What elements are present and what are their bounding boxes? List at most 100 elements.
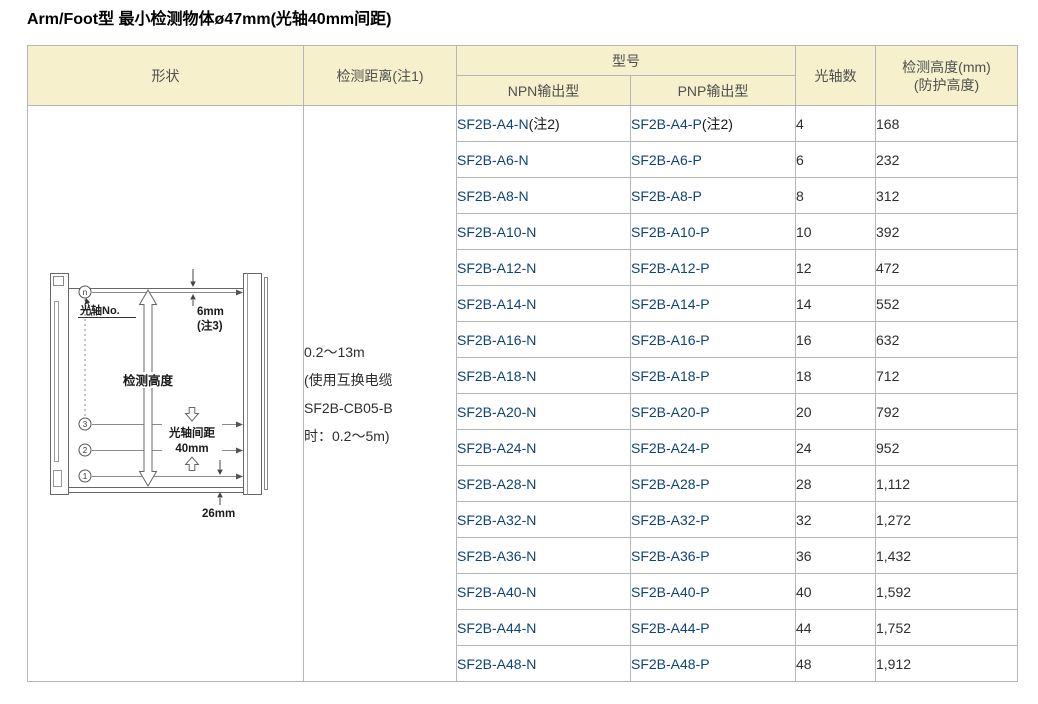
model-link[interactable]: SF2B-A44-P xyxy=(631,620,710,636)
protective-height: 552 xyxy=(876,296,899,312)
protective-height: 712 xyxy=(876,368,899,384)
distance-line: (使用互换电缆 xyxy=(304,366,456,394)
pnp-model-cell: SF2B-A16-P xyxy=(631,322,796,358)
beam-count: 8 xyxy=(796,188,804,204)
model-link[interactable]: SF2B-A28-N xyxy=(457,476,536,492)
height-cell: 472 xyxy=(876,250,1018,286)
model-link[interactable]: SF2B-A40-P xyxy=(631,584,710,600)
model-link[interactable]: SF2B-A48-N xyxy=(457,656,536,672)
model-link[interactable]: SF2B-A16-N xyxy=(457,332,536,348)
distance-line: 时：0.2～5m) xyxy=(304,422,456,450)
model-link[interactable]: SF2B-A24-N xyxy=(457,440,536,456)
npn-model-cell: SF2B-A4-N(注2) xyxy=(457,106,631,142)
protective-height: 168 xyxy=(876,116,899,132)
height-cell: 232 xyxy=(876,142,1018,178)
pnp-model-cell: SF2B-A32-P xyxy=(631,502,796,538)
height-cell: 712 xyxy=(876,358,1018,394)
model-link[interactable]: SF2B-A12-P xyxy=(631,260,710,276)
height-cell: 1,912 xyxy=(876,646,1018,682)
beam-count-cell: 12 xyxy=(796,250,876,286)
column-header-shape: 形状 xyxy=(28,46,304,106)
beam-count-cell: 16 xyxy=(796,322,876,358)
protective-height: 1,432 xyxy=(876,548,911,564)
beam-count: 32 xyxy=(796,512,812,528)
protective-height: 792 xyxy=(876,404,899,420)
spec-table: 形状 检测距离(注1) 型号 光轴数 检测高度(mm) (防护高度) NPN输出… xyxy=(27,45,1018,682)
model-link[interactable]: SF2B-A32-P xyxy=(631,512,710,528)
model-link[interactable]: SF2B-A6-P xyxy=(631,152,702,168)
model-link[interactable]: SF2B-A4-N xyxy=(457,116,529,132)
model-link[interactable]: SF2B-A20-P xyxy=(631,404,710,420)
beam-2-label: 2 xyxy=(82,446,87,455)
beam-count: 20 xyxy=(796,404,812,420)
model-link[interactable]: SF2B-A10-N xyxy=(457,224,536,240)
bottom-offset-label: 26mm xyxy=(202,508,235,520)
height-cell: 392 xyxy=(876,214,1018,250)
height-cell: 1,432 xyxy=(876,538,1018,574)
bottom-offset-dimension: 26mm xyxy=(202,460,235,520)
model-link[interactable]: SF2B-A24-P xyxy=(631,440,710,456)
pnp-model-cell: SF2B-A40-P xyxy=(631,574,796,610)
protective-height: 1,592 xyxy=(876,584,911,600)
detection-height-label: 检测高度 xyxy=(122,373,173,388)
beam-count-cell: 14 xyxy=(796,286,876,322)
height-cell: 552 xyxy=(876,286,1018,322)
beam-count: 10 xyxy=(796,224,812,240)
model-link[interactable]: SF2B-A16-P xyxy=(631,332,710,348)
beam-count-cell: 6 xyxy=(796,142,876,178)
model-link[interactable]: SF2B-A14-N xyxy=(457,296,536,312)
beam-count: 48 xyxy=(796,656,812,672)
model-link[interactable]: SF2B-A36-N xyxy=(457,548,536,564)
npn-model-cell: SF2B-A40-N xyxy=(457,574,631,610)
npn-model-cell: SF2B-A6-N xyxy=(457,142,631,178)
pnp-model-cell: SF2B-A18-P xyxy=(631,358,796,394)
six-mm-label: 6mm xyxy=(197,306,224,318)
column-header-height: 检测高度(mm) (防护高度) xyxy=(876,46,1018,106)
beam-count: 40 xyxy=(796,584,812,600)
model-link[interactable]: SF2B-A36-P xyxy=(631,548,710,564)
height-header-line2: (防护高度) xyxy=(876,76,1017,94)
beam-count-cell: 4 xyxy=(796,106,876,142)
model-link[interactable]: SF2B-A48-P xyxy=(631,656,710,672)
beam-count-cell: 32 xyxy=(796,502,876,538)
model-link[interactable]: SF2B-A8-N xyxy=(457,188,529,204)
height-cell: 1,752 xyxy=(876,610,1018,646)
model-link[interactable]: SF2B-A8-P xyxy=(631,188,702,204)
pnp-model-cell: SF2B-A20-P xyxy=(631,394,796,430)
beam-count: 14 xyxy=(796,296,812,312)
model-link[interactable]: SF2B-A6-N xyxy=(457,152,529,168)
model-link[interactable]: SF2B-A18-N xyxy=(457,368,536,384)
beam-3-label: 3 xyxy=(82,420,87,429)
npn-model-cell: SF2B-A24-N xyxy=(457,430,631,466)
protective-height: 392 xyxy=(876,224,899,240)
beam-count-cell: 48 xyxy=(796,646,876,682)
beam-count-cell: 44 xyxy=(796,610,876,646)
height-cell: 168 xyxy=(876,106,1018,142)
model-link[interactable]: SF2B-A18-P xyxy=(631,368,710,384)
model-link[interactable]: SF2B-A14-P xyxy=(631,296,710,312)
column-header-npn: NPN输出型 xyxy=(457,76,631,106)
pnp-model-cell: SF2B-A14-P xyxy=(631,286,796,322)
distance-line: SF2B-CB05-B xyxy=(304,394,456,422)
distance-cell: 0.2～13m (使用互换电缆 SF2B-CB05-B 时：0.2～5m) xyxy=(304,106,457,682)
page-title: Arm/Foot型 最小检测物体ø47mm(光轴40mm间距) xyxy=(27,10,1038,30)
model-link[interactable]: SF2B-A28-P xyxy=(631,476,710,492)
npn-model-cell: SF2B-A44-N xyxy=(457,610,631,646)
hollow-down-arrow xyxy=(185,407,198,421)
npn-model-cell: SF2B-A10-N xyxy=(457,214,631,250)
model-link[interactable]: SF2B-A10-P xyxy=(631,224,710,240)
model-link[interactable]: SF2B-A32-N xyxy=(457,512,536,528)
axis-pitch-value: 40mm xyxy=(175,443,208,455)
model-link[interactable]: SF2B-A4-P xyxy=(631,116,702,132)
model-link[interactable]: SF2B-A44-N xyxy=(457,620,536,636)
beam-count: 16 xyxy=(796,332,812,348)
beam-count-cell: 36 xyxy=(796,538,876,574)
npn-model-cell: SF2B-A18-N xyxy=(457,358,631,394)
beam-count-cell: 24 xyxy=(796,430,876,466)
npn-model-cell: SF2B-A20-N xyxy=(457,394,631,430)
height-cell: 1,272 xyxy=(876,502,1018,538)
column-header-beam-count: 光轴数 xyxy=(796,46,876,106)
model-link[interactable]: SF2B-A12-N xyxy=(457,260,536,276)
model-link[interactable]: SF2B-A20-N xyxy=(457,404,536,420)
model-link[interactable]: SF2B-A40-N xyxy=(457,584,536,600)
